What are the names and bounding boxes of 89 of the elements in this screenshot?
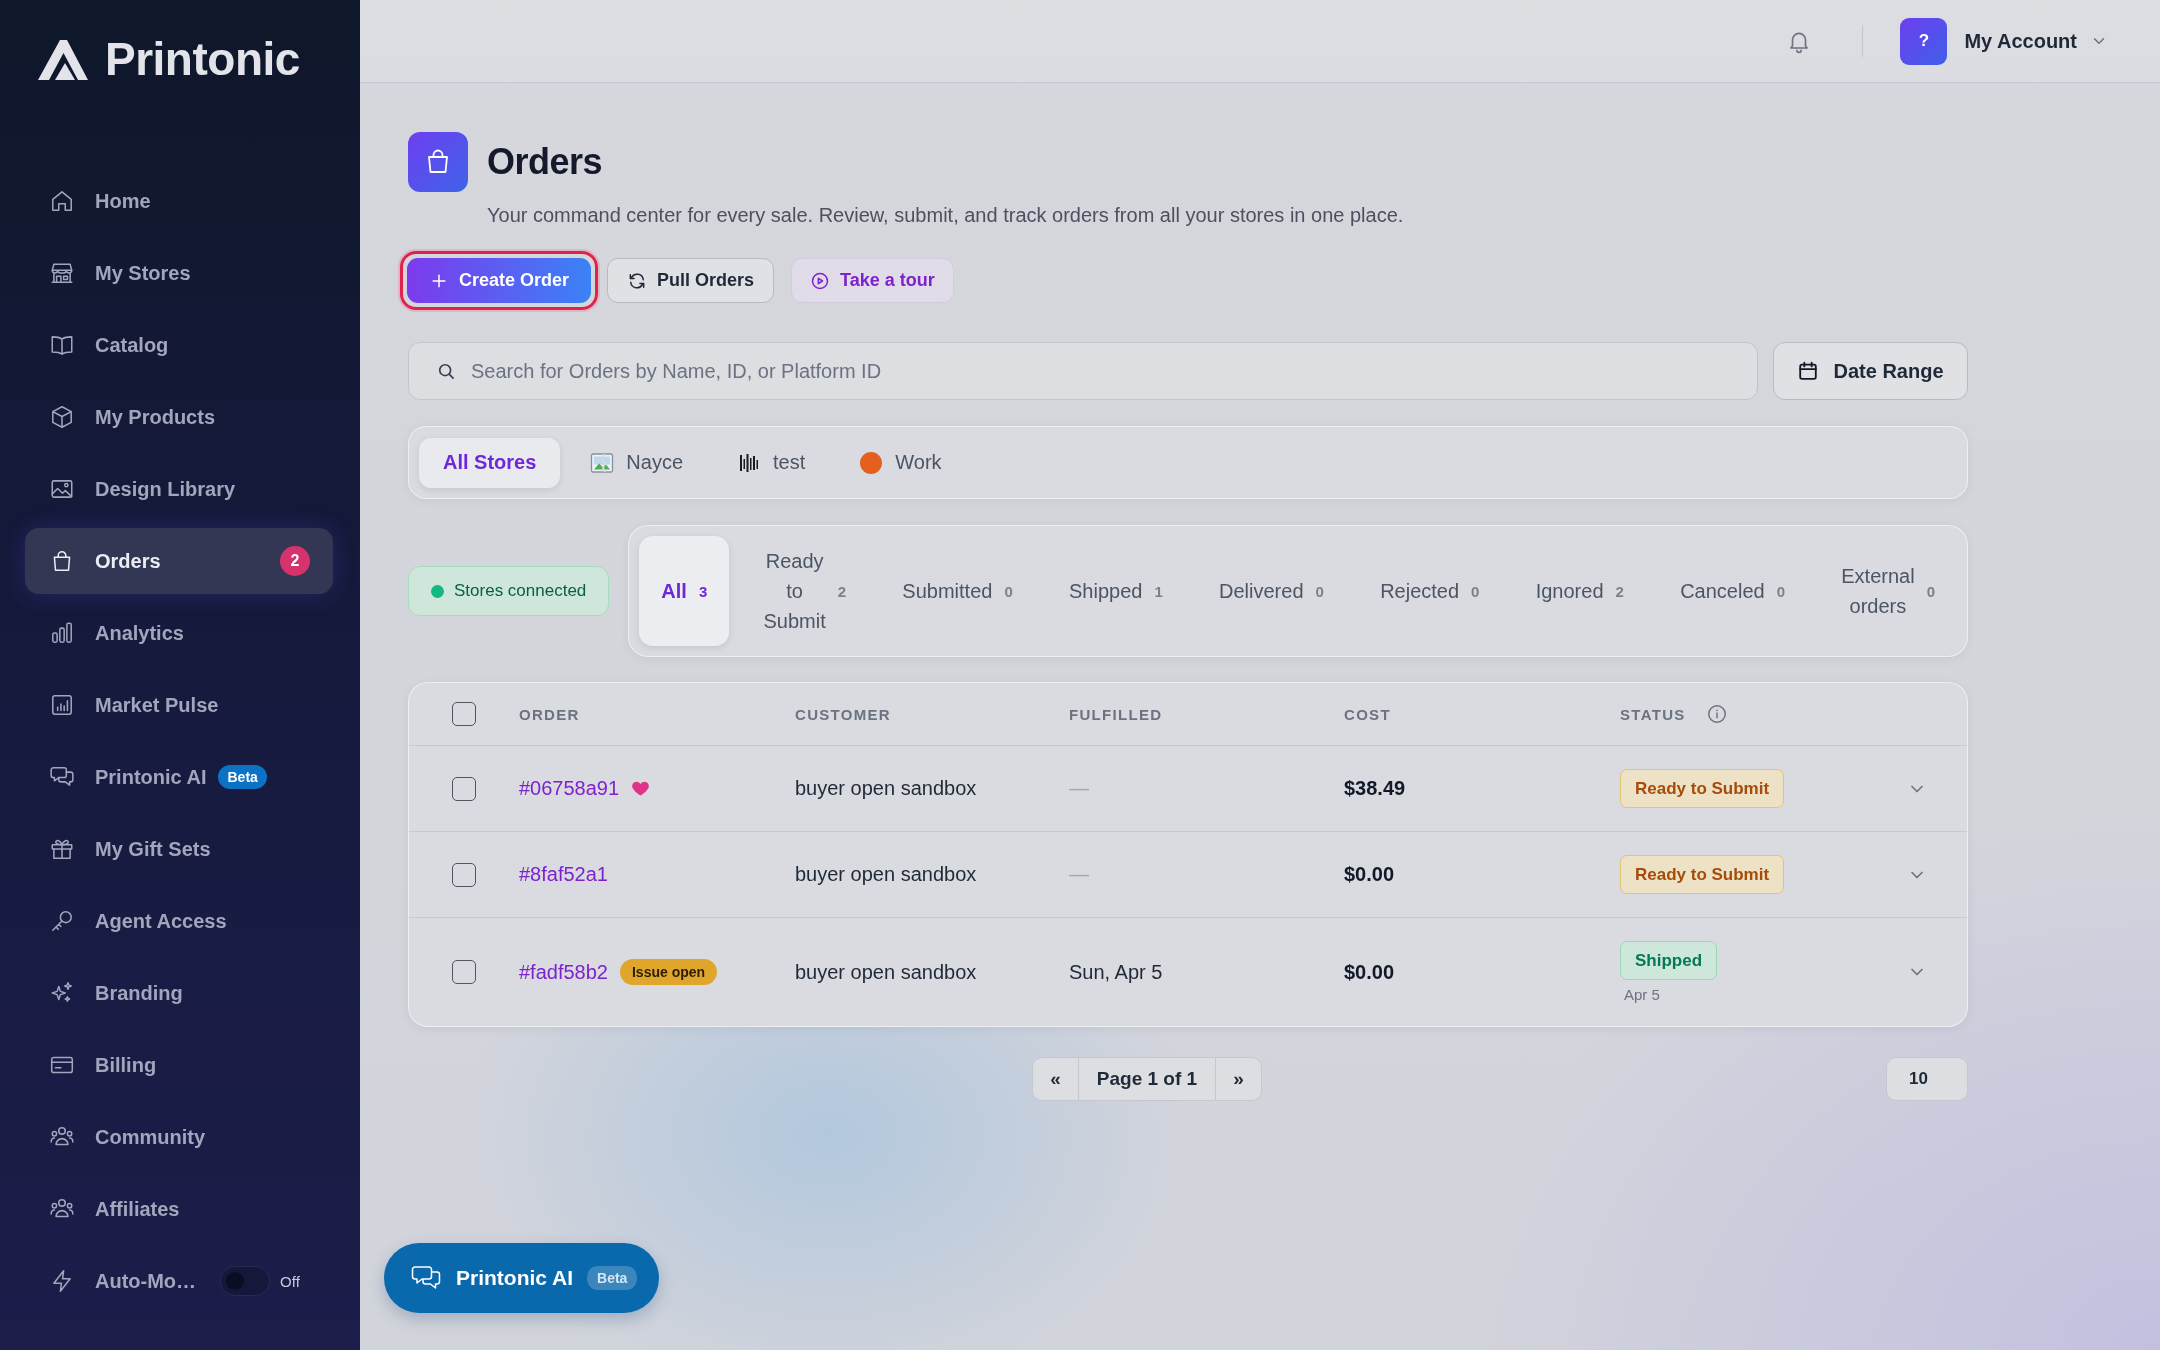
status-tab[interactable]: Ready to Submit 2 xyxy=(741,536,869,646)
nav-item[interactable]: Printonic AI Beta xyxy=(25,744,333,810)
beta-tag: Beta xyxy=(587,1266,638,1290)
status-date: Apr 5 xyxy=(1624,986,1660,1003)
nav-item[interactable]: Analytics xyxy=(25,600,333,666)
connection-label: Stores connected xyxy=(454,581,587,601)
page-title: Orders xyxy=(487,141,603,183)
nav-item[interactable]: My Gift Sets xyxy=(25,816,333,882)
order-cost: $0.00 xyxy=(1344,960,1395,983)
chart-icon xyxy=(49,692,75,718)
nav-item[interactable]: My Products xyxy=(25,384,333,450)
play-circle-icon xyxy=(810,270,831,291)
search-field[interactable]: Search for Orders by Name, ID, or Platform ID xyxy=(408,342,1758,400)
status-badge: Ready to Submit xyxy=(1620,855,1785,894)
column-header: COST xyxy=(1344,705,1391,723)
search-icon xyxy=(436,361,456,381)
store-tab[interactable]: test xyxy=(713,437,830,488)
page-subtitle: Your command center for every sale. Review, submit, and track orders from all your stores in one place. xyxy=(487,203,1405,228)
nav-item[interactable]: Branding xyxy=(25,960,333,1026)
page-size-select[interactable]: 10 xyxy=(1886,1057,1968,1101)
tour-button[interactable]: Take a tour xyxy=(791,258,954,303)
round-logo-icon xyxy=(859,450,884,475)
nav-item[interactable]: Community xyxy=(25,1104,333,1170)
fulfilled-date: — xyxy=(1069,777,1089,799)
house-icon xyxy=(49,188,75,214)
row-checkbox[interactable] xyxy=(452,776,476,801)
row-checkbox[interactable] xyxy=(452,862,476,887)
store-tab[interactable]: Nayce xyxy=(566,437,708,488)
column-header: ORDER xyxy=(519,705,580,723)
beta-tag: Beta xyxy=(218,765,267,789)
status-tab[interactable]: Delivered 0 xyxy=(1197,536,1346,646)
status-tab[interactable]: Ignored 2 xyxy=(1513,536,1646,646)
create-order-button[interactable]: Create Order xyxy=(407,258,592,303)
first-page-button[interactable]: « xyxy=(1032,1057,1079,1101)
column-header: CUSTOMER xyxy=(795,705,891,723)
page-indicator: Page 1 of 1 xyxy=(1079,1057,1215,1101)
order-cost: $38.49 xyxy=(1344,777,1406,799)
pull-orders-button[interactable]: Pull Orders xyxy=(607,258,775,303)
count-badge: 2 xyxy=(280,546,310,576)
customer-name: buyer open sandbox xyxy=(795,863,977,885)
nav-item[interactable]: Orders 2 xyxy=(25,528,333,594)
nav-item[interactable]: Market Pulse xyxy=(25,672,333,738)
customer-name: buyer open sandbox xyxy=(795,960,977,983)
status-badge: Shipped xyxy=(1620,941,1718,980)
select-all-checkbox[interactable] xyxy=(452,702,476,726)
status-tab[interactable]: Shipped 1 xyxy=(1047,536,1185,646)
account-menu[interactable]: ? My Account xyxy=(1900,17,2108,65)
customer-name: buyer open sandbox xyxy=(795,777,977,799)
key-icon xyxy=(49,908,75,934)
calendar-icon xyxy=(1797,360,1820,382)
shopping-bag-icon xyxy=(408,132,468,192)
last-page-button[interactable]: » xyxy=(1215,1057,1262,1101)
status-badge: Ready to Submit xyxy=(1620,769,1785,808)
toggle-switch[interactable] xyxy=(220,1266,271,1296)
row-checkbox[interactable] xyxy=(452,960,476,984)
store-tab[interactable]: All Stores xyxy=(419,437,561,488)
nav-item[interactable]: Home xyxy=(25,168,333,234)
date-range-button[interactable]: Date Range xyxy=(1773,342,1968,400)
nav-item[interactable]: Catalog xyxy=(25,312,333,378)
toggle-label: Off xyxy=(280,1272,300,1290)
nav-item[interactable]: Affiliates xyxy=(25,1176,333,1242)
fulfilled-date: Sun, Apr 5 xyxy=(1069,960,1163,983)
status-tab[interactable]: Canceled 0 xyxy=(1658,536,1807,646)
nav-item[interactable]: Auto-Mo… Off xyxy=(25,1248,333,1314)
column-header: FULFILLED xyxy=(1069,705,1163,723)
order-link[interactable]: #8faf52a1 xyxy=(519,863,608,886)
nav-item[interactable]: Design Library xyxy=(25,456,333,522)
info-icon[interactable] xyxy=(1705,703,1728,725)
status-tab[interactable]: Submitted 0 xyxy=(880,536,1035,646)
nav-item[interactable]: Billing xyxy=(25,1032,333,1098)
fulfilled-date: — xyxy=(1069,863,1089,885)
logo-text: Printonic xyxy=(105,37,300,81)
order-link[interactable]: #fadf58b2 xyxy=(519,960,608,984)
store-tab[interactable]: Work xyxy=(835,437,966,488)
logo-mark-icon xyxy=(38,38,90,80)
column-header: STATUS xyxy=(1620,705,1686,723)
bar-chart-icon xyxy=(49,620,75,646)
broken-image-icon xyxy=(590,450,615,475)
status-tab[interactable]: External orders 0 xyxy=(1819,536,1957,646)
nav-item[interactable]: My Stores xyxy=(25,240,333,306)
nav-item[interactable]: Agent Access xyxy=(25,888,333,954)
cube-icon xyxy=(49,404,75,430)
issue-tag: Issue open xyxy=(620,959,718,985)
assistant-button[interactable]: Printonic AI Beta xyxy=(384,1243,660,1313)
status-tab[interactable]: Rejected 0 xyxy=(1358,536,1502,646)
order-cost: $0.00 xyxy=(1344,863,1395,885)
account-avatar: ? xyxy=(1900,17,1948,65)
order-link[interactable]: #06758a91 xyxy=(519,777,620,800)
status-tab[interactable]: All 3 xyxy=(639,536,730,646)
